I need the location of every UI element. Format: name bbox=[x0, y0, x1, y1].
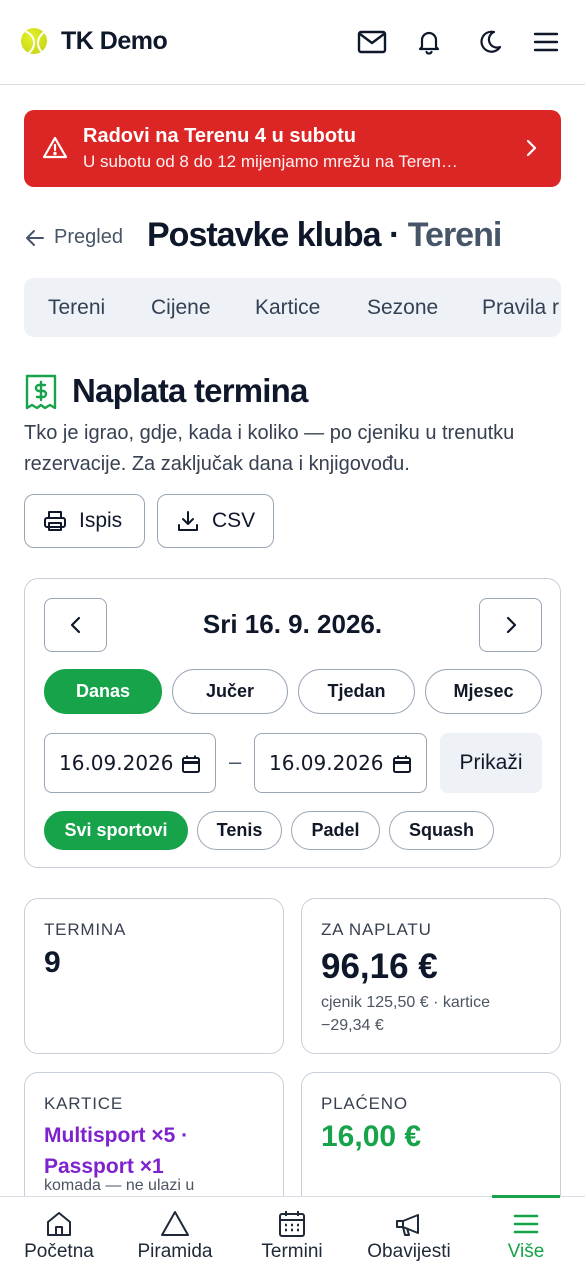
date-from-input[interactable]: 16.09.2026 bbox=[44, 733, 216, 793]
stat-value: Multisport ×5 · Passport ×1 bbox=[44, 1124, 189, 1178]
menu-icon bbox=[513, 1214, 539, 1234]
stat-label: ZA NAPLATU bbox=[321, 920, 432, 939]
sport-squash[interactable]: Squash bbox=[389, 811, 494, 850]
alert-text: U subotu od 8 do 12 mijenjamo mrežu na T… bbox=[83, 152, 458, 171]
tab-pravila[interactable]: Pravila r bbox=[482, 296, 559, 320]
range-jucer[interactable]: Jučer bbox=[172, 669, 288, 714]
sport-all[interactable]: Svi sportovi bbox=[44, 811, 188, 850]
calendar-icon bbox=[279, 1211, 305, 1237]
range-danas[interactable]: Danas bbox=[44, 669, 162, 714]
stat-note: cjenik 125,50 € · kartice −29,34 € bbox=[321, 994, 490, 1034]
stat-value: 96,16 € bbox=[321, 947, 438, 986]
sport-tenis[interactable]: Tenis bbox=[197, 811, 282, 850]
chevron-right-icon bbox=[526, 139, 537, 157]
range-dash: – bbox=[229, 749, 242, 774]
warning-icon bbox=[42, 136, 68, 159]
app-header: TK Demo bbox=[0, 0, 585, 85]
tab-kartice[interactable]: Kartice bbox=[255, 296, 320, 320]
receipt-icon bbox=[25, 374, 57, 410]
mail-icon[interactable] bbox=[357, 27, 387, 57]
nav-label: Piramida bbox=[137, 1241, 213, 1262]
nav-obavijesti[interactable]: Obavijesti bbox=[356, 1197, 462, 1266]
back-label: Pregled bbox=[54, 226, 123, 248]
date-to-input[interactable]: 16.09.2026 bbox=[254, 733, 427, 793]
nav-termini[interactable]: Termini bbox=[243, 1197, 341, 1266]
nav-piramida[interactable]: Piramida bbox=[126, 1197, 224, 1266]
csv-label: CSV bbox=[212, 509, 256, 532]
stat-card-za-naplatu: ZA NAPLATU 96,16 € cjenik 125,50 € · kar… bbox=[301, 898, 561, 1054]
stat-card-termina: TERMINA 9 bbox=[24, 898, 284, 1054]
stat-label: PLAĆENO bbox=[321, 1094, 408, 1113]
nav-pocetna[interactable]: Početna bbox=[10, 1197, 108, 1266]
tab-cijene[interactable]: Cijene bbox=[151, 296, 211, 320]
title-separator: · bbox=[389, 216, 400, 254]
sport-padel[interactable]: Padel bbox=[291, 811, 380, 850]
bottom-nav: Početna Piramida Termini Obavijesti Više bbox=[0, 1195, 585, 1266]
nav-label: Početna bbox=[24, 1241, 94, 1262]
csv-button[interactable]: CSV bbox=[157, 494, 274, 548]
stat-note: komada — ne ulazi u bbox=[44, 1177, 195, 1194]
range-tjedan[interactable]: Tjedan bbox=[298, 669, 415, 714]
print-label: Ispis bbox=[79, 509, 123, 532]
download-icon bbox=[178, 511, 198, 531]
nav-vise[interactable]: Više bbox=[478, 1197, 574, 1266]
chevron-right-icon bbox=[506, 616, 517, 634]
tab-tereni[interactable]: Tereni bbox=[48, 296, 105, 320]
active-nav-indicator bbox=[492, 1195, 560, 1198]
tennis-ball-logo-icon bbox=[21, 28, 47, 54]
next-day-button[interactable] bbox=[479, 598, 542, 652]
triangle-icon bbox=[161, 1211, 189, 1236]
previous-day-button[interactable] bbox=[44, 598, 107, 652]
selected-date: Sri 16. 9. 2026. bbox=[202, 609, 383, 639]
chevron-left-icon bbox=[70, 616, 81, 634]
filter-card: Sri 16. 9. 2026. Danas Jučer Tjedan Mjes… bbox=[24, 578, 561, 868]
print-button[interactable]: Ispis bbox=[24, 494, 145, 548]
date-from-value: 16.09.2026 bbox=[59, 751, 174, 775]
nav-label: Termini bbox=[261, 1241, 323, 1262]
megaphone-icon bbox=[396, 1214, 419, 1236]
section-description: Tko je igrao, gdje, kada i koliko — po c… bbox=[24, 422, 515, 475]
page-title-main: Postavke kluba bbox=[147, 216, 382, 254]
printer-icon bbox=[44, 511, 66, 531]
show-button[interactable]: Prikaži bbox=[440, 733, 542, 793]
moon-icon[interactable] bbox=[474, 27, 504, 57]
settings-tabs: Tereni Cijene Kartice Sezone Pravila r bbox=[24, 278, 561, 337]
arrow-left-icon bbox=[26, 229, 44, 246]
calendar-icon bbox=[182, 755, 200, 773]
calendar-icon bbox=[393, 755, 411, 773]
nav-label: Više bbox=[507, 1241, 545, 1262]
home-icon bbox=[47, 1212, 71, 1236]
nav-label: Obavijesti bbox=[367, 1241, 451, 1262]
alert-title: Radovi na Terenu 4 u subotu bbox=[83, 125, 356, 147]
page-title: Postavke kluba · Tereni bbox=[147, 216, 503, 255]
brand-name: TK Demo bbox=[61, 27, 168, 55]
back-link[interactable]: Pregled bbox=[24, 226, 123, 249]
stat-label: TERMINA bbox=[44, 920, 127, 939]
range-mjesec[interactable]: Mjesec bbox=[425, 669, 542, 714]
section-title: Naplata termina bbox=[72, 372, 308, 409]
stat-value: 9 bbox=[44, 946, 61, 979]
menu-icon[interactable] bbox=[531, 27, 561, 57]
alert-banner[interactable]: Radovi na Terenu 4 u subotu U subotu od … bbox=[24, 110, 561, 187]
tab-sezone[interactable]: Sezone bbox=[367, 296, 438, 320]
stat-label: KARTICE bbox=[44, 1094, 123, 1113]
bell-icon[interactable] bbox=[414, 27, 444, 57]
page-subtitle: Tereni bbox=[407, 216, 503, 254]
date-to-value: 16.09.2026 bbox=[269, 751, 384, 775]
stat-value: 16,00 € bbox=[321, 1120, 422, 1153]
